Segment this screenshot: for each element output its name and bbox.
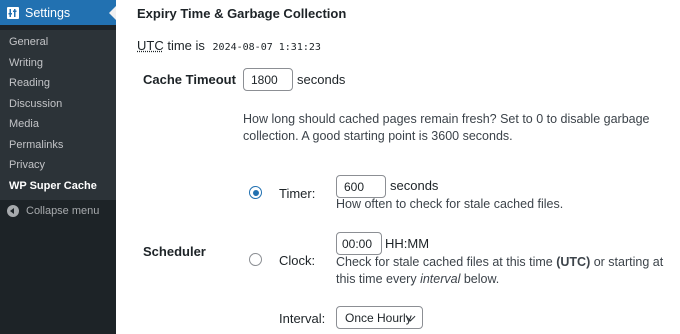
- clock-desc-interval: interval: [420, 272, 461, 286]
- clock-time-input[interactable]: [336, 232, 382, 255]
- settings-submenu: General Writing Reading Discussion Media…: [0, 30, 116, 200]
- clock-desc-utc: (UTC): [556, 255, 591, 269]
- timer-seconds-input[interactable]: [336, 175, 386, 198]
- timer-radio[interactable]: [249, 186, 262, 199]
- clock-radio[interactable]: [249, 253, 262, 266]
- cache-timeout-label: Cache Timeout: [143, 72, 236, 87]
- collapse-menu-button[interactable]: Collapse menu: [7, 205, 99, 217]
- timer-label: Timer:: [279, 186, 316, 201]
- scheduler-label: Scheduler: [143, 244, 206, 259]
- sidebar-item-wp-super-cache[interactable]: WP Super Cache: [0, 176, 116, 197]
- utc-time-line: UTC time is 2024-08-07 1:31:23: [137, 38, 321, 53]
- clock-label: Clock:: [279, 253, 316, 268]
- sidebar-item-privacy[interactable]: Privacy: [0, 155, 116, 176]
- sidebar-item-discussion[interactable]: Discussion: [0, 94, 116, 115]
- collapse-arrow-icon: [7, 205, 19, 217]
- sidebar-item-media[interactable]: Media: [0, 114, 116, 135]
- section-title: Expiry Time & Garbage Collection: [137, 6, 347, 21]
- timer-description: How often to check for stale cached file…: [336, 197, 564, 211]
- clock-desc-after: below.: [460, 272, 500, 286]
- cache-timeout-description: How long should cached pages remain fres…: [243, 112, 650, 143]
- sidebar-menu-settings-label: Settings: [25, 5, 71, 20]
- sidebar-menu-settings[interactable]: Settings: [0, 0, 116, 25]
- utc-time-text: time is: [167, 38, 205, 53]
- admin-sidebar: Settings General Writing Reading Discuss…: [0, 0, 116, 334]
- cache-timeout-unit: seconds: [297, 72, 346, 87]
- clock-description: Check for stale cached files at this tim…: [336, 254, 676, 288]
- clock-desc-before: Check for stale cached files at this tim…: [336, 255, 557, 269]
- sidebar-item-general[interactable]: General: [0, 32, 116, 53]
- utc-abbr: UTC: [137, 38, 164, 53]
- settings-icon: [7, 6, 19, 19]
- cache-timeout-input[interactable]: [243, 68, 293, 91]
- utc-time-value: 2024-08-07 1:31:23: [212, 42, 321, 53]
- sidebar-item-reading[interactable]: Reading: [0, 73, 116, 94]
- interval-label: Interval:: [279, 311, 326, 326]
- sidebar-item-writing[interactable]: Writing: [0, 53, 116, 74]
- collapse-menu-label: Collapse menu: [26, 205, 100, 217]
- timer-unit: seconds: [390, 178, 439, 193]
- sidebar-item-permalinks[interactable]: Permalinks: [0, 135, 116, 156]
- interval-select[interactable]: Once Hourly: [336, 306, 423, 329]
- interval-selected-value: Once Hourly: [345, 310, 412, 325]
- clock-format: HH:MM: [385, 236, 430, 251]
- settings-content: Expiry Time & Garbage Collection UTC tim…: [116, 0, 680, 334]
